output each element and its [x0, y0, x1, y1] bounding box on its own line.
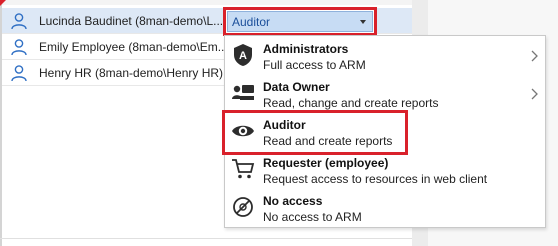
user-icon	[11, 38, 27, 55]
option-title: Administrators	[263, 42, 349, 56]
option-description: No access to ARM	[263, 210, 362, 224]
role-option-administrators[interactable]: A Administrators Full access to ARM	[225, 38, 545, 76]
role-option-data-owner[interactable]: Data Owner Read, change and create repor…	[225, 76, 545, 114]
option-title: Requester (employee)	[263, 156, 389, 170]
option-description: Read, change and create reports	[263, 96, 439, 110]
chevron-right-icon	[531, 50, 538, 62]
data-owner-icon	[232, 85, 254, 100]
svg-text:A: A	[239, 50, 247, 62]
no-access-icon	[233, 197, 253, 217]
role-option-no-access[interactable]: No access No access to ARM	[225, 190, 545, 228]
role-select[interactable]: Auditor	[223, 7, 377, 36]
annotation-highlight-box	[222, 110, 408, 155]
role-select-field[interactable]: Auditor	[227, 11, 373, 32]
role-select-value: Auditor	[232, 14, 271, 29]
admin-shield-icon: A	[234, 44, 252, 66]
option-description: Full access to ARM	[263, 58, 366, 72]
role-option-requester[interactable]: Requester (employee) Request access to r…	[225, 152, 545, 190]
user-name: Lucinda Baudinet (8man-demo\L...	[39, 13, 222, 28]
user-name: Henry HR (8man-demo\Henry HR)	[39, 65, 224, 80]
bottom-divider	[0, 238, 412, 239]
top-strip	[2, 0, 412, 5]
option-description: Request access to resources in web clien…	[263, 172, 488, 186]
user-icon	[11, 12, 27, 29]
chevron-down-icon[interactable]	[360, 20, 366, 24]
user-icon	[11, 64, 27, 81]
option-title: Data Owner	[263, 80, 330, 94]
user-name: Emily Employee (8man-demo\Em...	[39, 39, 225, 54]
chevron-right-icon	[531, 88, 538, 100]
option-title: No access	[263, 194, 323, 208]
cart-icon	[232, 159, 255, 179]
